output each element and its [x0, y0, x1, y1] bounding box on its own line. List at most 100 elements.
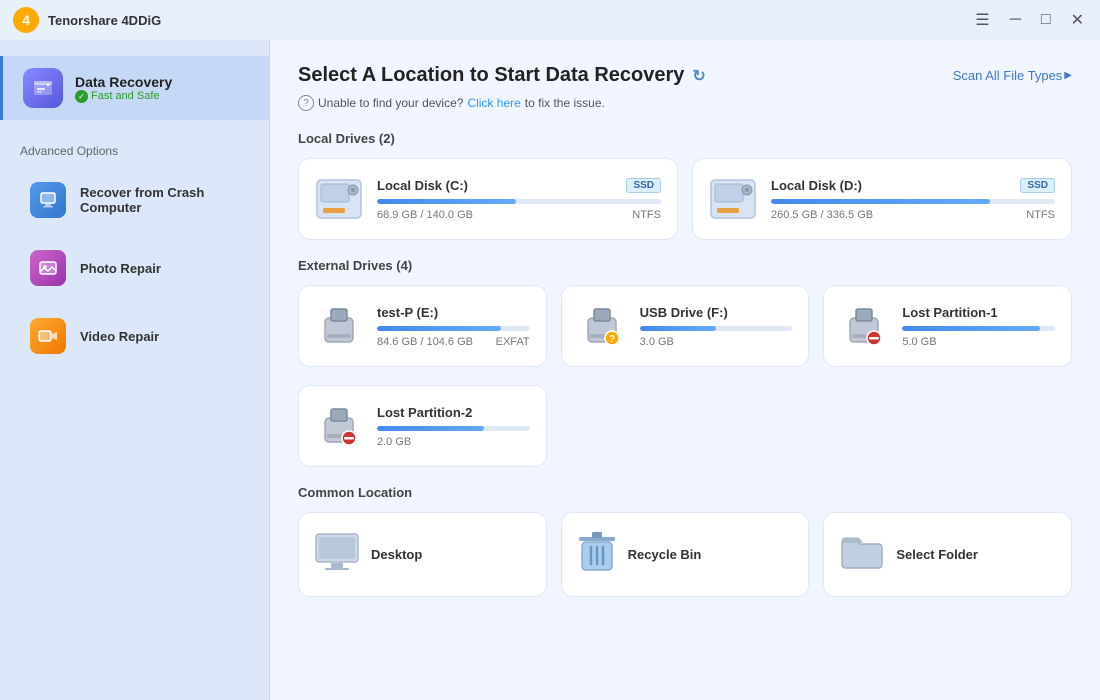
- close-icon[interactable]: ✕: [1067, 8, 1088, 32]
- help-suffix: to fix the issue.: [525, 96, 605, 110]
- drive-d-badge: SSD: [1020, 178, 1055, 193]
- page-title-wrap: Select A Location to Start Data Recovery…: [298, 64, 706, 87]
- minimize-icon[interactable]: ─: [1006, 9, 1025, 31]
- video-label: Video Repair: [80, 329, 159, 344]
- drive-lp1-meta: 5.0 GB: [902, 336, 1055, 348]
- drive-e-size: 84.6 GB / 104.6 GB: [377, 336, 473, 348]
- drive-lp1-name: Lost Partition-1: [902, 305, 997, 320]
- desktop-label: Desktop: [371, 547, 422, 562]
- drive-e-fs: EXFAT: [496, 336, 530, 348]
- drive-c-icon-wrap: [315, 175, 363, 223]
- drive-d-meta: 260.5 GB / 336.5 GB NTFS: [771, 209, 1055, 221]
- usb-f-icon: ?: [580, 304, 624, 348]
- drive-d-fs: NTFS: [1026, 209, 1055, 221]
- svg-text:?: ?: [609, 334, 615, 345]
- maximize-icon[interactable]: □: [1037, 9, 1055, 31]
- drive-d-name: Local Disk (D:): [771, 178, 862, 193]
- sidebar-data-recovery-item[interactable]: Data Recovery Fast and Safe: [0, 56, 269, 120]
- common-location-grid: Desktop Recycle Bin: [298, 512, 1072, 597]
- drive-f-name: USB Drive (F:): [640, 305, 728, 320]
- drive-lp2-meta: 2.0 GB: [377, 436, 530, 448]
- help-text: ? Unable to find your device? Click here…: [298, 95, 1072, 111]
- drive-c-fs: NTFS: [632, 209, 661, 221]
- common-card-folder[interactable]: Select Folder: [823, 512, 1072, 597]
- drive-c-name: Local Disk (C:): [377, 178, 468, 193]
- usb-lp2-icon: [317, 404, 361, 448]
- sidebar-item-photo[interactable]: Photo Repair: [10, 236, 259, 300]
- common-location-title: Common Location: [298, 485, 1072, 500]
- help-icon: ?: [298, 95, 314, 111]
- page-header: Select A Location to Start Data Recovery…: [298, 64, 1072, 87]
- data-recovery-subtitle: Fast and Safe: [75, 90, 172, 103]
- drive-card-c[interactable]: Local Disk (C:) SSD 68.9 GB / 140.0 GB N…: [298, 158, 678, 240]
- folder-icon: [840, 534, 884, 575]
- scan-all-label: Scan All File Types: [953, 68, 1063, 83]
- drive-card-lp1[interactable]: Lost Partition-1 5.0 GB: [823, 285, 1072, 367]
- main-content: Select A Location to Start Data Recovery…: [270, 40, 1100, 700]
- external-drives-grid-top: test-P (E:) 84.6 GB / 104.6 GB EXFAT: [298, 285, 1072, 367]
- drive-c-meta: 68.9 GB / 140.0 GB NTFS: [377, 209, 661, 221]
- svg-text:4: 4: [22, 12, 30, 28]
- drive-lp1-size: 5.0 GB: [902, 336, 936, 348]
- drive-card-d[interactable]: Local Disk (D:) SSD 260.5 GB / 336.5 GB …: [692, 158, 1072, 240]
- sidebar-item-crash[interactable]: Recover from Crash Computer: [10, 168, 259, 232]
- drive-f-info: USB Drive (F:) 3.0 GB: [640, 305, 793, 348]
- drive-card-lp2[interactable]: Lost Partition-2 2.0 GB: [298, 385, 547, 467]
- menu-icon[interactable]: ☰: [971, 8, 993, 32]
- data-recovery-title: Data Recovery: [75, 74, 172, 90]
- drive-lp1-progress: [902, 326, 1055, 331]
- common-card-recycle[interactable]: Recycle Bin: [561, 512, 810, 597]
- scan-all-button[interactable]: Scan All File Types: [953, 68, 1072, 83]
- hdd-d-icon: [709, 178, 757, 220]
- drive-c-info: Local Disk (C:) SSD 68.9 GB / 140.0 GB N…: [377, 178, 661, 221]
- drive-e-progress: [377, 326, 530, 331]
- titlebar-controls: ☰ ─ □ ✕: [971, 8, 1088, 32]
- drive-e-icon-wrap: [315, 302, 363, 350]
- drive-f-meta: 3.0 GB: [640, 336, 793, 348]
- page-title-text: Select A Location to Start Data Recovery: [298, 64, 684, 87]
- drive-f-progress: [640, 326, 793, 331]
- titlebar-left: 4 Tenorshare 4DDiG: [12, 6, 161, 34]
- drive-lp2-size: 2.0 GB: [377, 436, 411, 448]
- app-name: Tenorshare 4DDiG: [48, 13, 161, 28]
- drive-d-size: 260.5 GB / 336.5 GB: [771, 209, 873, 221]
- photo-icon: [30, 250, 66, 286]
- drive-lp1-icon-wrap: [840, 302, 888, 350]
- external-drives-grid-bottom: Lost Partition-2 2.0 GB: [298, 385, 1072, 467]
- recycle-bin-icon: [578, 531, 616, 578]
- common-card-desktop[interactable]: Desktop: [298, 512, 547, 597]
- drive-lp2-info: Lost Partition-2 2.0 GB: [377, 405, 530, 448]
- external-drives-title: External Drives (4): [298, 258, 1072, 273]
- help-link[interactable]: Click here: [467, 96, 520, 110]
- drive-d-info: Local Disk (D:) SSD 260.5 GB / 336.5 GB …: [771, 178, 1055, 221]
- app-body: Data Recovery Fast and Safe Advanced Opt…: [0, 40, 1100, 700]
- sidebar: Data Recovery Fast and Safe Advanced Opt…: [0, 40, 270, 700]
- advanced-options-label: Advanced Options: [0, 128, 269, 166]
- crash-icon: [30, 182, 66, 218]
- drive-d-icon-wrap: [709, 175, 757, 223]
- drive-c-size: 68.9 GB / 140.0 GB: [377, 209, 473, 221]
- drive-e-info: test-P (E:) 84.6 GB / 104.6 GB EXFAT: [377, 305, 530, 348]
- usb-lp1-icon: [842, 304, 886, 348]
- local-drives-title: Local Drives (2): [298, 131, 1072, 146]
- usb-e-icon: [317, 304, 361, 348]
- sidebar-item-video[interactable]: Video Repair: [10, 304, 259, 368]
- local-drives-grid: Local Disk (C:) SSD 68.9 GB / 140.0 GB N…: [298, 158, 1072, 240]
- video-icon: [30, 318, 66, 354]
- drive-lp1-info: Lost Partition-1 5.0 GB: [902, 305, 1055, 348]
- drive-lp2-icon-wrap: [315, 402, 363, 450]
- titlebar: 4 Tenorshare 4DDiG ☰ ─ □ ✕: [0, 0, 1100, 40]
- refresh-icon[interactable]: ↻: [692, 66, 705, 86]
- drive-f-icon-wrap: ?: [578, 302, 626, 350]
- drive-f-size: 3.0 GB: [640, 336, 674, 348]
- help-text-content: Unable to find your device?: [318, 96, 463, 110]
- drive-card-f[interactable]: ? USB Drive (F:) 3.0 GB: [561, 285, 810, 367]
- folder-label: Select Folder: [896, 547, 978, 562]
- drive-c-progress: [377, 199, 661, 204]
- hdd-icon: [315, 178, 363, 220]
- drive-e-meta: 84.6 GB / 104.6 GB EXFAT: [377, 336, 530, 348]
- drive-lp2-progress: [377, 426, 530, 431]
- drive-card-e[interactable]: test-P (E:) 84.6 GB / 104.6 GB EXFAT: [298, 285, 547, 367]
- drive-d-progress: [771, 199, 1055, 204]
- data-recovery-icon: [23, 68, 63, 108]
